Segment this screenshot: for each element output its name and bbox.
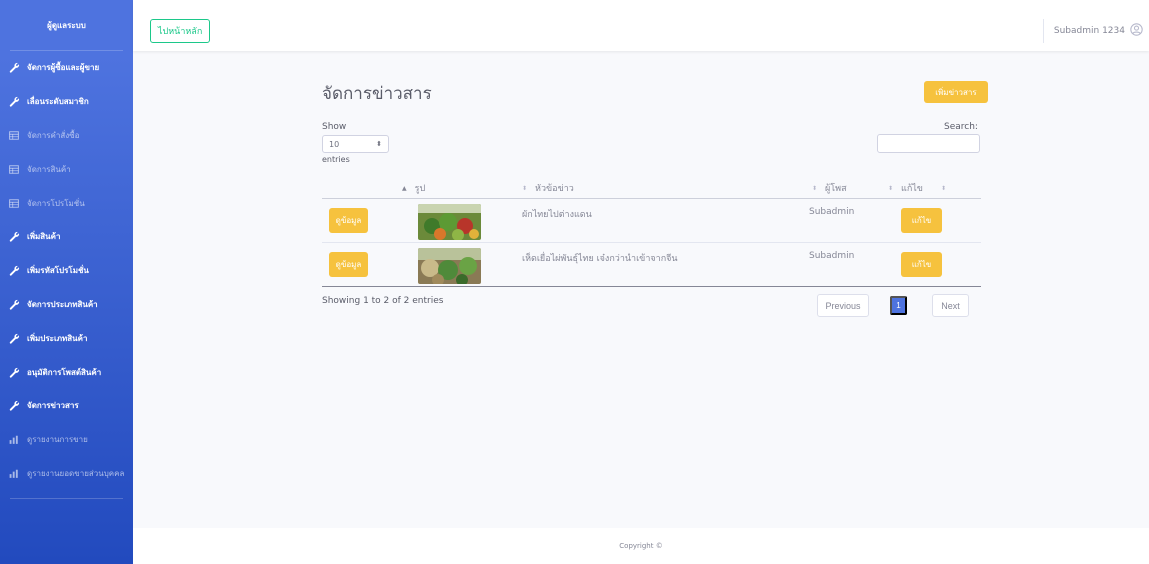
user-circle-icon xyxy=(1130,23,1143,39)
sidebar-item[interactable]: เพิ่มสินค้า xyxy=(0,220,133,254)
column-header-headline[interactable]: ⬍ หัวข้อข่าว xyxy=(522,181,574,195)
sidebar-item-label: อนุมัติการโพสต์สินค้า xyxy=(27,367,102,377)
column-header-image[interactable]: ▲ รูป xyxy=(402,181,425,195)
sidebar-item[interactable]: จัดการสินค้า xyxy=(0,152,133,186)
pagination-previous-button[interactable]: Previous xyxy=(817,294,869,317)
sidebar-item[interactable]: เพิ่มประเภทสินค้า xyxy=(0,321,133,355)
sidebar-item-label: เพิ่มสินค้า xyxy=(27,232,61,242)
wrench-icon xyxy=(9,96,23,107)
sidebar-item-label: จัดการสินค้า xyxy=(27,164,71,174)
news-headline: เห็ดเยื่อไผ่พันธุ์ไทย เจ๋งกว่านำเข้าจากจ… xyxy=(522,254,678,264)
sort-icon: ⬍ xyxy=(812,184,818,192)
wrench-icon xyxy=(9,367,23,378)
wrench-icon xyxy=(9,400,23,411)
sidebar-item[interactable]: อนุมัติการโพสต์สินค้า xyxy=(0,355,133,389)
sidebar-item[interactable]: ดูรายงานยอดขายส่วนบุคคล xyxy=(0,457,133,491)
pagination-next-button[interactable]: Next xyxy=(932,294,969,317)
home-button[interactable]: ไปหน้าหลัก xyxy=(150,19,211,43)
sort-icon: ⬍ xyxy=(888,184,894,192)
chart-icon xyxy=(9,469,23,478)
wrench-icon xyxy=(9,299,23,310)
sidebar-item[interactable]: จัดการข่าวสาร xyxy=(0,389,133,423)
table-info: Showing 1 to 2 of 2 entries xyxy=(322,296,444,306)
news-poster: Subadmin xyxy=(809,207,855,217)
sidebar-item[interactable]: จัดการโปรโมชั่น xyxy=(0,186,133,220)
column-header-poster[interactable]: ⬍ ผู้โพส xyxy=(812,181,847,195)
sidebar-divider-bottom xyxy=(10,498,123,500)
table-icon xyxy=(9,165,23,174)
view-details-button[interactable]: ดูข้อมูล xyxy=(329,208,368,233)
sidebar-brand[interactable]: ผู้ดูแลระบบ xyxy=(0,0,133,50)
sort-icon: ⬍ xyxy=(522,184,528,192)
table-row: ดูข้อมูล เห็ดเยื่อไผ่พันธุ์ไทย เจ๋งกว่าน… xyxy=(322,243,981,287)
user-name: Subadmin 1234 xyxy=(1053,26,1125,36)
sidebar-item[interactable]: จัดการผู้ซื้อและผู้ขาย xyxy=(0,51,133,85)
footer: Copyright © xyxy=(133,528,1149,564)
search-label: Search: xyxy=(944,122,978,132)
entries-length-value: 10 xyxy=(329,139,340,149)
chart-icon xyxy=(9,435,23,445)
table-icon xyxy=(9,131,23,140)
column-header-edit[interactable]: ⬍ แก้ไข ⬍ xyxy=(888,181,946,195)
sidebar-item-label: เพิ่มรหัสโปรโมชั่น xyxy=(27,266,89,276)
show-label: Show xyxy=(322,122,347,132)
entries-label: entries xyxy=(322,155,350,164)
user-menu[interactable]: Subadmin 1234 xyxy=(1042,19,1143,43)
sidebar-item-label: ดูรายงานยอดขายส่วนบุคคล xyxy=(27,468,125,478)
sidebar-item[interactable]: จัดการคำสั่งซื้อ xyxy=(0,119,133,153)
sort-asc-icon: ▲ xyxy=(402,184,407,192)
sidebar-item[interactable]: เพิ่มรหัสโปรโมชั่น xyxy=(0,254,133,288)
page-title: จัดการข่าวสาร xyxy=(322,84,432,104)
wrench-icon xyxy=(9,265,23,276)
select-arrows-icon: ⬍ xyxy=(376,140,382,148)
wrench-icon xyxy=(9,231,23,242)
sidebar-item-label: เลื่อนระดับสมาชิก xyxy=(27,97,89,107)
news-thumbnail xyxy=(418,204,481,240)
sort-icon: ⬍ xyxy=(940,184,946,192)
edit-button[interactable]: แก้ไข xyxy=(901,208,942,233)
table-icon xyxy=(9,198,23,208)
copyright-text: Copyright © xyxy=(619,542,663,550)
sidebar-item-label: จัดการคำสั่งซื้อ xyxy=(27,130,80,140)
add-news-button[interactable]: เพิ่มข่าวสาร xyxy=(924,81,988,103)
table-header: ▲ รูป ⬍ หัวข้อข่าว ⬍ ผู้โพส ⬍ แก้ไข ⬍ xyxy=(322,174,981,199)
news-thumbnail xyxy=(418,248,481,284)
view-details-button[interactable]: ดูข้อมูล xyxy=(329,252,368,277)
sidebar-item-label: เพิ่มประเภทสินค้า xyxy=(27,333,88,343)
sidebar: ผู้ดูแลระบบ จัดการผู้ซื้อและผู้ขายเลื่อน… xyxy=(0,0,133,564)
pagination-page-1[interactable]: 1 xyxy=(890,296,907,315)
sidebar-item[interactable]: จัดการประเภทสินค้า xyxy=(0,288,133,322)
news-table: ▲ รูป ⬍ หัวข้อข่าว ⬍ ผู้โพส ⬍ แก้ไข ⬍ ดู… xyxy=(322,174,981,287)
news-headline: ผักไทยไปต่างแดน xyxy=(522,210,592,220)
sidebar-item-label: ดูรายงานการขาย xyxy=(27,435,88,445)
news-poster: Subadmin xyxy=(809,251,855,261)
topbar: ไปหน้าหลัก Subadmin 1234 xyxy=(133,0,1149,51)
sidebar-item[interactable]: เลื่อนระดับสมาชิก xyxy=(0,85,133,119)
sidebar-item-label: จัดการโปรโมชั่น xyxy=(27,198,85,208)
sidebar-item-label: จัดการข่าวสาร xyxy=(27,401,79,411)
search-input[interactable] xyxy=(877,134,980,153)
sidebar-item[interactable]: ดูรายงานการขาย xyxy=(0,423,133,457)
sidebar-nav: จัดการผู้ซื้อและผู้ขายเลื่อนระดับสมาชิกจ… xyxy=(0,51,133,490)
sidebar-item-label: จัดการผู้ซื้อและผู้ขาย xyxy=(27,63,100,73)
edit-button[interactable]: แก้ไข xyxy=(901,252,942,277)
entries-length-select[interactable]: 10 ⬍ xyxy=(322,135,389,153)
wrench-icon xyxy=(9,333,23,344)
wrench-icon xyxy=(9,62,23,73)
sidebar-item-label: จัดการประเภทสินค้า xyxy=(27,299,98,309)
table-row: ดูข้อมูล ผักไทยไปต่างแดน Subadmin แก้ไข xyxy=(322,199,981,243)
